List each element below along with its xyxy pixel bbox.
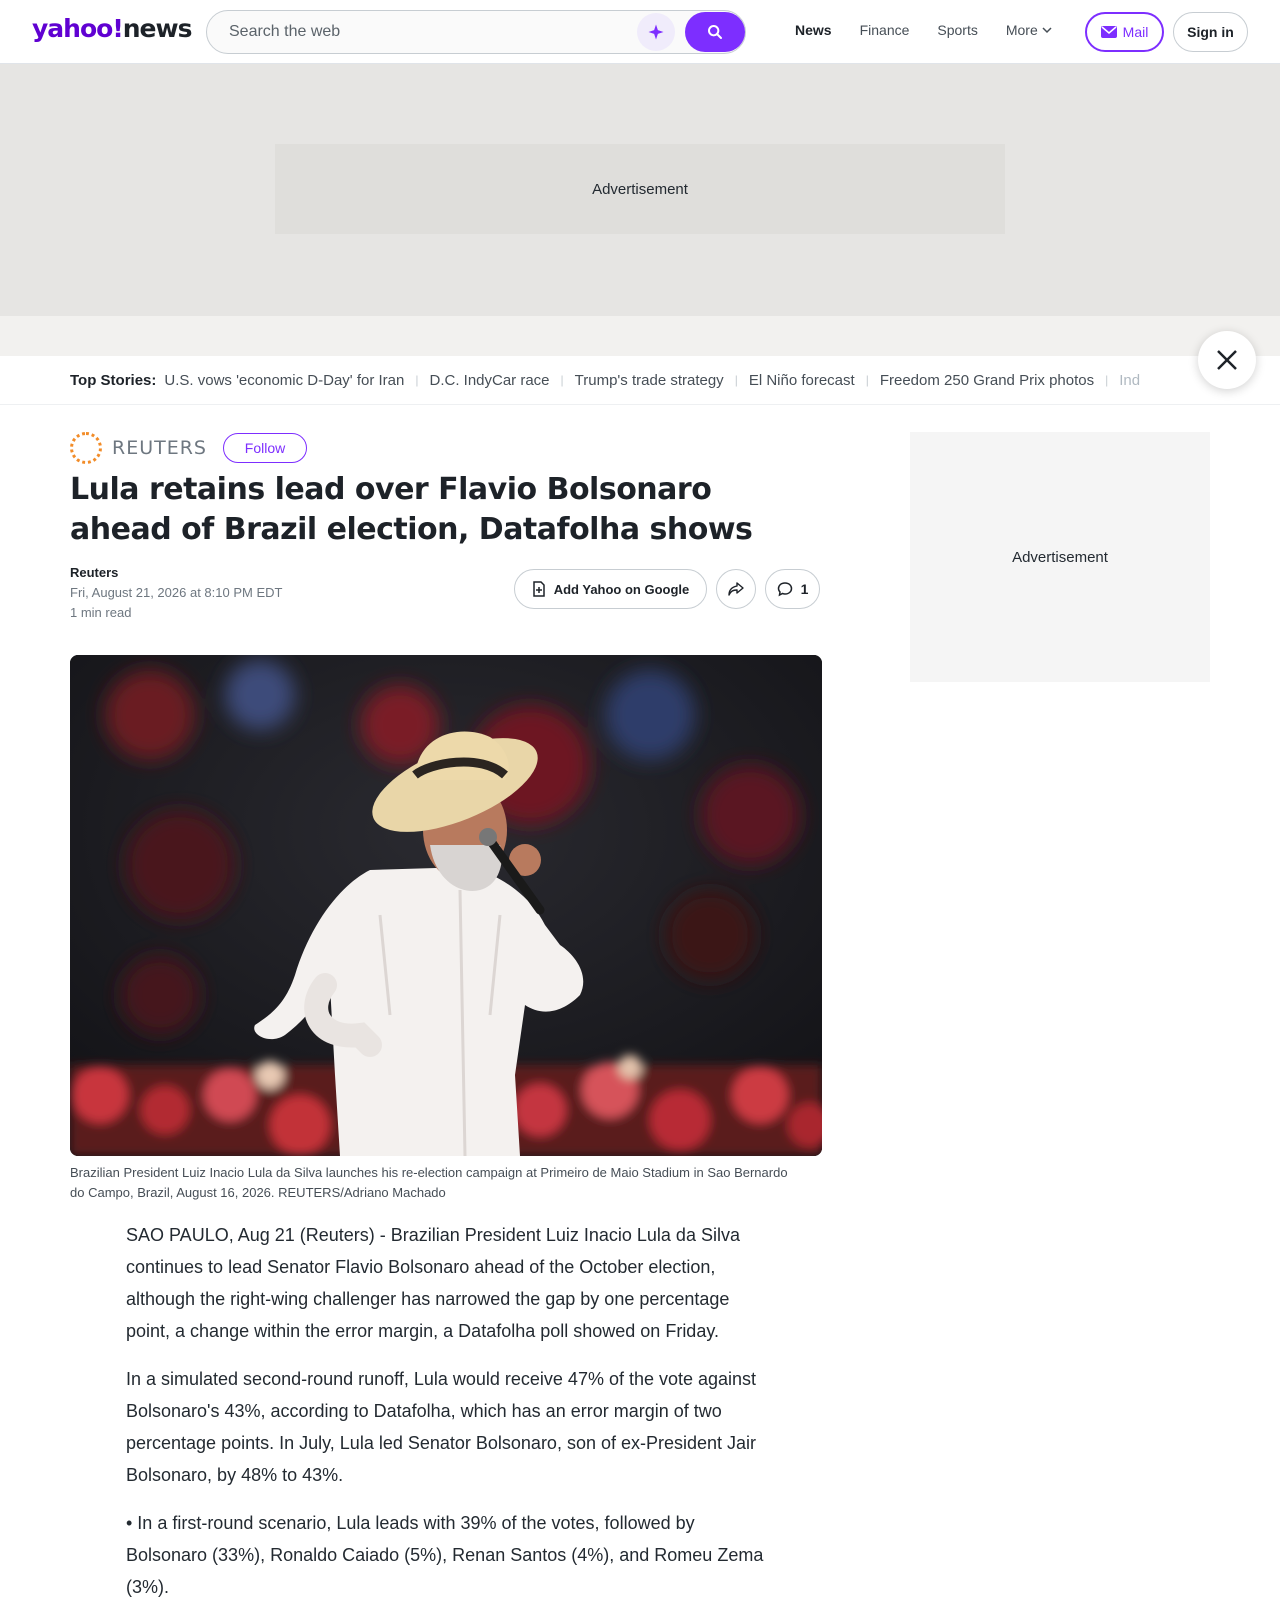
add-document-icon xyxy=(532,581,545,597)
publisher-row: REUTERS Follow xyxy=(70,432,307,464)
comment-icon xyxy=(777,582,792,597)
divider: | xyxy=(415,373,419,387)
top-ad-band: Advertisement xyxy=(0,64,1280,316)
publish-date: Fri, August 21, 2026 at 8:10 PM EDT xyxy=(70,585,283,600)
nav-finance[interactable]: Finance xyxy=(860,22,910,38)
publisher-name[interactable]: REUTERS xyxy=(112,437,207,459)
image-caption: Brazilian President Luiz Inacio Lula da … xyxy=(70,1165,788,1200)
top-story-link[interactable]: Trump's trade strategy xyxy=(575,372,724,389)
top-story-link[interactable]: Freedom 250 Grand Prix photos xyxy=(880,372,1094,389)
close-button[interactable] xyxy=(1198,331,1256,389)
logo-main: yahoo! xyxy=(32,14,124,43)
divider: | xyxy=(865,373,869,387)
add-google-label: Add Yahoo on Google xyxy=(553,581,690,597)
top-story-link[interactable]: Ind xyxy=(1119,372,1140,389)
reuters-logo-icon xyxy=(70,432,102,464)
close-icon xyxy=(1217,350,1237,370)
search-button[interactable] xyxy=(685,12,745,52)
author-name[interactable]: Reuters xyxy=(70,565,118,580)
follow-button[interactable]: Follow xyxy=(223,433,307,463)
nav-more[interactable]: More xyxy=(1006,22,1052,38)
lula-photo xyxy=(70,655,822,1156)
top-stories-label: Top Stories: xyxy=(70,371,157,389)
share-icon xyxy=(728,582,744,596)
ai-assist-button[interactable] xyxy=(637,13,675,51)
divider: | xyxy=(560,373,564,387)
nav-news[interactable]: News xyxy=(795,22,832,38)
top-story-link[interactable]: El Niño forecast xyxy=(749,372,855,389)
read-time: 1 min read xyxy=(70,605,132,620)
top-story-link[interactable]: D.C. IndyCar race xyxy=(429,372,549,389)
search-bar xyxy=(206,10,746,54)
top-story-link[interactable]: U.S. vows 'economic D-Day' for Iran xyxy=(164,372,404,389)
top-stories-bar: Top Stories: U.S. vows 'economic D-Day' … xyxy=(70,356,1170,404)
main-nav: News Finance Sports More xyxy=(795,22,1052,38)
sparkle-icon xyxy=(648,24,664,40)
article-headline: Lula retains lead over Flavio Bolsonaro … xyxy=(70,472,753,547)
chevron-down-icon xyxy=(1042,27,1052,34)
comment-count: 1 xyxy=(800,581,809,597)
mail-icon xyxy=(1100,26,1117,38)
ad-spacer xyxy=(0,316,1280,356)
logo-sub: news xyxy=(122,14,193,43)
top-advertisement[interactable]: Advertisement xyxy=(275,144,1005,234)
sign-in-button[interactable]: Sign in xyxy=(1173,12,1248,52)
yahoo-news-logo[interactable]: yahoo!news xyxy=(32,14,193,43)
nav-sports[interactable]: Sports xyxy=(937,22,977,38)
search-input[interactable] xyxy=(229,11,609,53)
mail-button[interactable]: Mail xyxy=(1085,12,1164,52)
article-paragraph: • In a first-round scenario, Lula leads … xyxy=(126,1513,764,1597)
add-yahoo-on-google-button[interactable]: Add Yahoo on Google xyxy=(514,569,707,609)
divider: | xyxy=(734,373,738,387)
stories-divider xyxy=(0,404,1280,405)
nav-more-label: More xyxy=(1005,22,1038,38)
search-icon xyxy=(708,25,722,39)
article-paragraph: SAO PAULO, Aug 21 (Reuters) - Brazilian … xyxy=(126,1225,740,1341)
divider: | xyxy=(1105,373,1109,387)
comments-button[interactable]: 1 xyxy=(765,569,820,609)
mail-label: Mail xyxy=(1122,24,1149,40)
hero-image[interactable] xyxy=(70,655,822,1156)
article-paragraph: In a simulated second-round runoff, Lula… xyxy=(126,1369,757,1485)
share-button[interactable] xyxy=(716,569,756,609)
sidebar-advertisement[interactable]: Advertisement xyxy=(910,432,1210,682)
site-header: yahoo!news News Finance Sports More Mail… xyxy=(0,0,1280,64)
